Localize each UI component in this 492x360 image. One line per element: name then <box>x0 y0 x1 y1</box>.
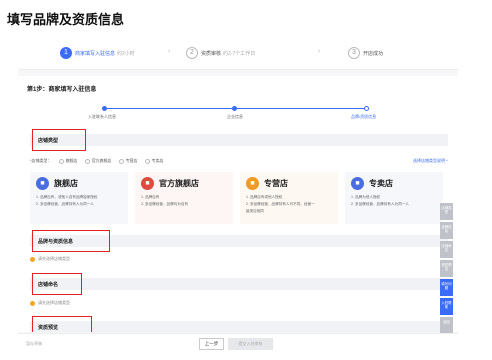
section-header-bar <box>30 278 448 290</box>
side-nav-questions[interactable]: 填写问题 <box>440 279 453 296</box>
card-desc: 1. 品牌自有，或他人自有品牌独家授权 <box>36 195 98 199</box>
step-number: 2 <box>186 47 198 59</box>
step-label: 开店成功 <box>363 50 384 57</box>
side-nav-qualification[interactable]: 资质预览 <box>440 260 453 277</box>
radio-label: 专营店 <box>125 158 138 163</box>
card-desc: 2. 多品牌经营，品牌持有人为同一人 <box>36 202 94 206</box>
store-card-flagship[interactable]: ■ 旗舰店 1. 品牌自有，或他人自有品牌独家授权 2. 多品牌经营，品牌持有人… <box>30 172 128 224</box>
highlight-box <box>32 230 110 252</box>
store-card-franchise[interactable]: ■ 专营店 1. 品牌自有或他人授权 2. 多品牌经营，品牌持有人可不同，经营一… <box>240 172 338 224</box>
hint-text: 请先选择店铺类型 <box>38 300 70 305</box>
step-label: 资质审核 <box>201 50 222 57</box>
store-type-help-link[interactable]: 选择店铺类型说明 ^ <box>413 158 448 164</box>
radio-label: 旗舰店 <box>65 158 78 163</box>
warning-icon <box>30 256 35 262</box>
progress-label: 品牌/资质信息 <box>351 114 377 119</box>
store-icon: ■ <box>141 177 154 190</box>
card-desc: 2. 多品牌经营，品牌均为自有 <box>141 202 189 206</box>
page-title: 填写品牌及资质信息 <box>7 12 125 27</box>
card-desc: 2. 多品牌经营，品牌持有人可不同，经营一 <box>246 202 315 206</box>
card-desc: 1. 品牌自有或他人授权 <box>246 195 283 199</box>
progress-label: 企业信息 <box>227 114 243 119</box>
bottom-action-bar: 暂存草稿 上一步 提交入驻审核 <box>18 333 458 354</box>
store-icon: ■ <box>246 177 259 190</box>
progress-label: 入驻联系人信息 <box>88 114 116 119</box>
progress-dot-done <box>232 106 237 111</box>
store-icon: ■ <box>36 177 49 190</box>
store-name-hint: 请先选择店铺类型 <box>30 300 70 306</box>
side-nav-back-to-top[interactable]: 返回 <box>440 317 453 334</box>
progress-dot-done <box>102 106 107 111</box>
store-icon: ■ <box>351 177 364 190</box>
side-anchor-nav: 店铺类型 品牌信息 店铺命名 资质预览 填写问题 入驻帮助 返回 <box>440 203 453 336</box>
step-label: 商家填写入驻信息 <box>75 50 116 57</box>
card-desc: 1. 品牌为他人授权 <box>351 195 381 199</box>
store-type-label: *店铺类型： <box>30 158 52 163</box>
side-nav-brand[interactable]: 品牌信息 <box>440 222 453 239</box>
step-2: 2 资质审核 约2-7个工作日 <box>186 47 255 59</box>
highlight-box <box>32 316 92 332</box>
radio-exclusive[interactable] <box>144 158 150 164</box>
form-title: 第1步：商家填写入驻信息 <box>27 87 97 93</box>
radio-label: 专卖店 <box>151 158 164 163</box>
side-nav-help[interactable]: 入驻帮助 <box>440 298 453 315</box>
step-number: 3 <box>348 47 360 59</box>
card-name: 专卖店 <box>369 179 393 188</box>
card-name: 官方旗舰店 <box>159 179 199 188</box>
highlight-box <box>32 129 86 151</box>
side-nav-store-type[interactable]: 店铺类型 <box>440 203 453 220</box>
side-nav-store-name[interactable]: 店铺命名 <box>440 241 453 258</box>
step-number: 1 <box>60 47 72 59</box>
step-3: 3 开店成功 <box>348 47 383 59</box>
card-desc: 2. 多品牌经营，品牌持有人为同一人 <box>351 202 409 206</box>
radio-label: 官方旗舰店 <box>91 158 112 163</box>
prev-step-button[interactable]: 上一步 <box>199 338 224 350</box>
submit-review-button[interactable]: 提交入驻审核 <box>228 338 273 350</box>
progress-dot-current <box>364 106 369 111</box>
radio-franchise[interactable] <box>118 158 124 164</box>
store-card-official-flagship[interactable]: ■ 官方旗舰店 1. 品牌自有 2. 多品牌经营，品牌均为自有 <box>135 172 233 224</box>
chevron-right-icon: › <box>168 48 171 55</box>
entry-form: 第1步：商家填写入驻信息 入驻联系人信息 企业信息 品牌/资质信息 店铺类型 *… <box>18 76 458 332</box>
card-desc: 级类目相同 <box>246 209 264 213</box>
card-name: 专营店 <box>264 179 288 188</box>
step-duration: 约2小时 <box>117 50 135 57</box>
brand-hint: 请先选择店铺类型 <box>30 256 70 262</box>
card-name: 旗舰店 <box>54 179 78 188</box>
radio-official-flagship[interactable] <box>84 158 90 164</box>
step-bar: 1 商家填写入驻信息 约2小时 › 2 资质审核 约2-7个工作日 › 3 开店… <box>18 36 458 70</box>
hint-text: 请先选择店铺类型 <box>38 256 70 261</box>
store-type-radio-group: *店铺类型： 旗舰店 官方旗舰店 专营店 专卖店 <box>30 158 164 164</box>
highlight-box <box>32 273 82 295</box>
card-desc: 1. 品牌自有 <box>141 195 160 199</box>
save-draft-link[interactable]: 暂存草稿 <box>26 341 42 347</box>
step-1: 1 商家填写入驻信息 约2小时 <box>60 47 135 59</box>
radio-flagship[interactable] <box>58 158 64 164</box>
chevron-right-icon: › <box>318 48 321 55</box>
section-header-bar <box>30 321 448 332</box>
store-card-exclusive[interactable]: ■ 专卖店 1. 品牌为他人授权 2. 多品牌经营，品牌持有人为同一人 <box>345 172 443 224</box>
store-type-cards: ■ 旗舰店 1. 品牌自有，或他人自有品牌独家授权 2. 多品牌经营，品牌持有人… <box>30 172 443 224</box>
step-duration: 约2-7个工作日 <box>223 50 256 57</box>
section-header-bar <box>30 134 448 146</box>
warning-icon <box>30 300 35 306</box>
